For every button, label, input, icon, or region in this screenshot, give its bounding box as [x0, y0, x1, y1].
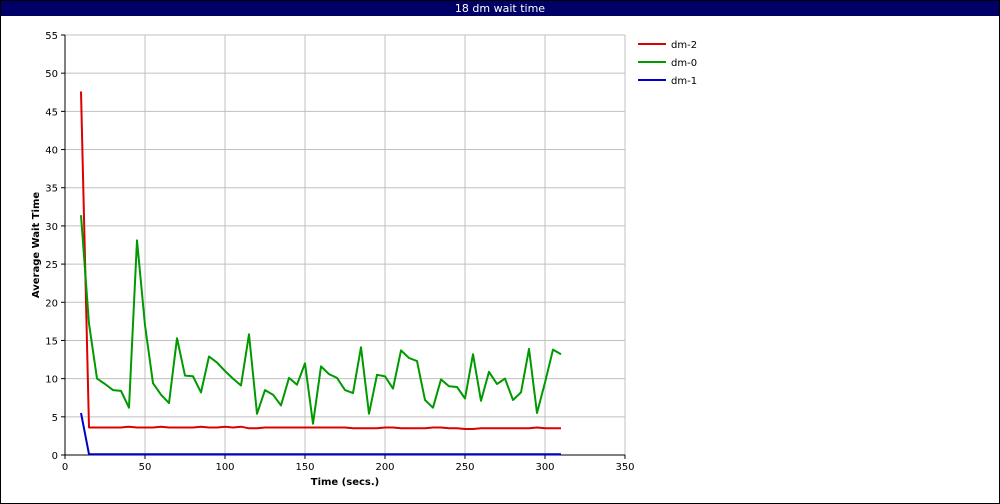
y-tick-label: 40	[45, 146, 58, 157]
legend-label-dm-1: dm-1	[671, 76, 697, 87]
y-tick-label: 30	[45, 222, 58, 233]
legend: dm-2 dm-0 dm-1	[638, 40, 697, 87]
x-tick-label: 350	[615, 462, 634, 473]
y-tick-label: 10	[45, 375, 58, 386]
x-tick-label: 50	[139, 462, 152, 473]
y-tick-label: 15	[45, 336, 58, 347]
y-tick-label: 55	[45, 31, 58, 42]
legend-label-dm-2: dm-2	[671, 40, 697, 51]
y-tick-label: 50	[45, 69, 58, 80]
x-tick-label: 0	[62, 462, 68, 473]
line-chart: 0 50 100 150 200 250 300 350 0 5 10 15 20 25 30 35 40 45…	[31, 31, 697, 488]
y-tick-label: 20	[45, 298, 58, 309]
x-axis-ticks: 0 50 100 150 200 250 300 350	[62, 455, 635, 473]
y-tick-label: 0	[52, 451, 58, 462]
x-tick-label: 250	[455, 462, 474, 473]
x-axis-label: Time (secs.)	[311, 477, 380, 488]
y-tick-label: 35	[45, 184, 58, 195]
y-axis-ticks: 0 5 10 15 20 25 30 35 40 45 50 55	[45, 31, 65, 462]
plot-area	[65, 35, 625, 455]
x-tick-label: 200	[375, 462, 394, 473]
x-tick-label: 100	[215, 462, 234, 473]
y-tick-label: 5	[52, 413, 58, 424]
y-tick-label: 45	[45, 107, 58, 118]
x-tick-label: 300	[535, 462, 554, 473]
y-tick-label: 25	[45, 260, 58, 271]
legend-label-dm-0: dm-0	[671, 58, 697, 69]
y-axis-label: Average Wait Time	[31, 192, 42, 299]
x-tick-label: 150	[295, 462, 314, 473]
